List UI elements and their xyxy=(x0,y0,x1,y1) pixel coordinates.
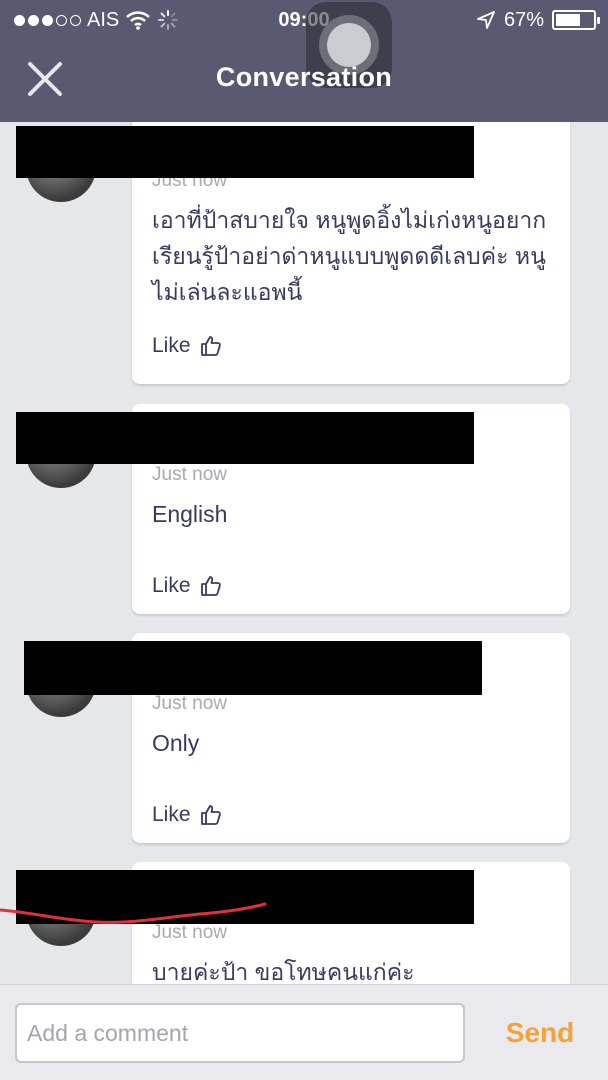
thumbs-up-icon xyxy=(200,805,221,825)
redacted-username xyxy=(24,641,482,695)
comment-text: Only xyxy=(152,730,200,756)
like-label: Like xyxy=(152,803,191,826)
status-bar: AIS 09:00 67% xyxy=(0,0,608,40)
redacted-username xyxy=(16,412,474,464)
like-label: Like xyxy=(152,334,191,357)
comment-text: English xyxy=(152,501,228,527)
page-title: Conversation xyxy=(215,62,393,92)
battery-percent: 67% xyxy=(503,9,544,31)
comment-feed[interactable]: Just now เอาที่ป้าสบายใจ หนูพูดอิ้งไม่เก… xyxy=(0,122,608,984)
top-bar: AIS 09:00 67% Conversation xyxy=(0,0,608,122)
thumbs-up-icon xyxy=(200,336,221,356)
comment-composer: Send xyxy=(0,984,608,1080)
like-label: Like xyxy=(152,574,191,597)
thumbs-up-icon xyxy=(200,576,221,596)
comment-time: Just now xyxy=(152,464,227,485)
send-button[interactable]: Send xyxy=(490,1013,590,1053)
location-arrow-icon xyxy=(477,11,495,29)
like-button[interactable]: Like xyxy=(152,334,223,358)
battery-icon xyxy=(552,10,600,30)
like-button[interactable]: Like xyxy=(152,803,223,827)
redacted-username xyxy=(16,126,474,178)
like-button[interactable]: Like xyxy=(152,574,223,598)
comment-text: บายค่ะป้า ขอโทษคนแก่ค่ะ xyxy=(152,959,415,984)
comment-time: Just now xyxy=(152,693,227,714)
comment-input[interactable] xyxy=(15,1003,465,1063)
red-scribble-mark xyxy=(0,902,267,924)
comment-text: เอาที่ป้าสบายใจ หนูพูดอิ้งไม่เก่งหนูอยาก… xyxy=(152,207,547,305)
